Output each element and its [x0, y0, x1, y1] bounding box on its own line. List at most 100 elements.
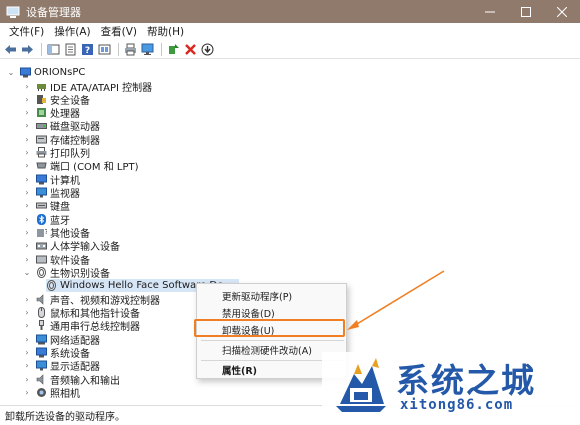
- expand-chevron-icon[interactable]: ›: [22, 95, 32, 104]
- expand-chevron-icon[interactable]: ›: [22, 295, 32, 304]
- tree-category-expanded[interactable]: ⌄ 生物识别设备: [22, 266, 110, 280]
- tree-category-label: 人体学输入设备: [50, 242, 120, 253]
- expand-chevron-icon[interactable]: ›: [22, 82, 32, 91]
- expand-chevron-icon[interactable]: ›: [22, 375, 32, 384]
- expand-chevron-icon[interactable]: ›: [22, 121, 32, 130]
- expand-chevron-icon[interactable]: ›: [22, 201, 32, 210]
- resource-view-icon: [98, 44, 111, 54]
- menu-view[interactable]: 查看(V): [96, 24, 142, 40]
- printer-icon: [125, 43, 136, 55]
- close-button[interactable]: [544, 0, 580, 23]
- expand-chevron-icon[interactable]: ›: [22, 215, 32, 224]
- tree-category[interactable]: › 照相机: [22, 386, 80, 400]
- security-device-icon: [36, 94, 47, 105]
- mouse-icon: [36, 307, 47, 318]
- forward-arrow-icon: [22, 44, 33, 54]
- display-adapter-icon: [36, 360, 47, 371]
- biometric-icon: [36, 267, 47, 278]
- red-x-icon: [185, 43, 196, 55]
- menu-bar: 文件(F) 操作(A) 查看(V) 帮助(H): [0, 23, 580, 40]
- print-queue-icon: [36, 147, 47, 158]
- console-tree-icon: [47, 44, 60, 54]
- svg-text:?: ?: [45, 228, 48, 236]
- tree-category-label: 通用串行总线控制器: [50, 322, 140, 333]
- device-manager-icon: [6, 6, 20, 18]
- window-title: 设备管理器: [26, 5, 81, 19]
- expand-chevron-icon[interactable]: ›: [22, 308, 32, 317]
- download-circle-icon: [201, 43, 214, 55]
- expand-chevron-icon[interactable]: ›: [22, 388, 32, 397]
- collapse-chevron-icon[interactable]: ⌄: [6, 68, 16, 77]
- expand-chevron-icon[interactable]: ›: [22, 188, 32, 197]
- expand-chevron-icon[interactable]: ›: [22, 321, 32, 330]
- speaker-icon: [36, 294, 47, 305]
- tree-root-label: ORIONsPC: [34, 67, 86, 78]
- menu-separator: [201, 340, 344, 341]
- tree-category[interactable]: › 人体学输入设备: [22, 239, 120, 253]
- tree-category[interactable]: › 磁盘驱动器: [22, 119, 100, 133]
- camera-icon: [36, 387, 47, 398]
- toolbar-separator: [41, 42, 42, 56]
- tree-category-label: 显示适配器: [50, 362, 100, 373]
- bluetooth-icon: [36, 214, 47, 225]
- tree-category[interactable]: › 通用串行总线控制器: [22, 319, 140, 333]
- uninstall-highlight-box: [194, 319, 345, 337]
- help-icon: ?: [82, 43, 93, 56]
- collapse-chevron-icon[interactable]: ⌄: [22, 268, 32, 277]
- maximize-button[interactable]: [508, 0, 544, 23]
- view-resources-button[interactable]: [97, 42, 112, 57]
- properties-view-button[interactable]: [63, 42, 78, 57]
- computer-icon: [20, 67, 31, 78]
- toolbar-separator: [161, 42, 162, 56]
- menu-action[interactable]: 操作(A): [49, 24, 95, 40]
- title-bar: 设备管理器: [0, 0, 580, 23]
- expand-chevron-icon[interactable]: ›: [22, 135, 32, 144]
- caption-buttons: [472, 0, 580, 23]
- expand-chevron-icon[interactable]: ›: [22, 108, 32, 117]
- toolbar-separator: [118, 42, 119, 56]
- help-button[interactable]: ?: [80, 42, 95, 57]
- keyboard-icon: [36, 200, 47, 211]
- tree-category[interactable]: › 端口 (COM 和 LPT): [22, 159, 139, 173]
- watermark: 系统之城 xitong86.com: [322, 352, 580, 418]
- other-devices-icon: ?: [36, 227, 47, 238]
- expand-chevron-icon[interactable]: ›: [22, 175, 32, 184]
- tree-category-label: 生物识别设备: [50, 269, 110, 280]
- scan-hardware-button[interactable]: [140, 42, 155, 57]
- expand-chevron-icon[interactable]: ›: [22, 335, 32, 344]
- tree-category-label: 端口 (COM 和 LPT): [50, 162, 139, 173]
- expand-chevron-icon[interactable]: ›: [22, 148, 32, 157]
- software-device-icon: [36, 254, 47, 265]
- watermark-title: 系统之城: [396, 361, 536, 400]
- expand-chevron-icon[interactable]: ›: [22, 228, 32, 237]
- minimize-button[interactable]: [472, 0, 508, 23]
- enable-device-button[interactable]: [200, 42, 215, 57]
- show-hide-tree-button[interactable]: [46, 42, 61, 57]
- tree-category-label: 照相机: [50, 389, 80, 400]
- uninstall-button[interactable]: [183, 42, 198, 57]
- port-icon: [36, 160, 47, 171]
- tree-root[interactable]: ⌄ ORIONsPC: [6, 66, 86, 79]
- storage-controller-icon: [36, 134, 47, 145]
- expand-chevron-icon[interactable]: ›: [22, 161, 32, 170]
- svg-text:?: ?: [85, 46, 90, 56]
- menu-update-driver[interactable]: 更新驱动程序(P): [197, 288, 348, 304]
- expand-chevron-icon[interactable]: ›: [22, 348, 32, 357]
- network-adapter-icon: [36, 334, 47, 345]
- tree-category[interactable]: › 显示适配器: [22, 359, 100, 373]
- watermark-url: xitong86.com: [400, 397, 514, 413]
- expand-chevron-icon[interactable]: ›: [22, 255, 32, 264]
- menu-file[interactable]: 文件(F): [4, 24, 49, 40]
- tree-category[interactable]: › 键盘: [22, 199, 70, 213]
- menu-help[interactable]: 帮助(H): [142, 24, 189, 40]
- forward-button[interactable]: [20, 42, 35, 57]
- back-arrow-icon: [5, 44, 16, 54]
- back-button[interactable]: [3, 42, 18, 57]
- print-button[interactable]: [123, 42, 138, 57]
- expand-chevron-icon[interactable]: ›: [22, 241, 32, 250]
- system-device-icon: [36, 347, 47, 358]
- add-driver-button[interactable]: [166, 42, 181, 57]
- hid-icon: [36, 240, 47, 251]
- expand-chevron-icon[interactable]: ›: [22, 361, 32, 370]
- disk-drive-icon: [36, 120, 47, 131]
